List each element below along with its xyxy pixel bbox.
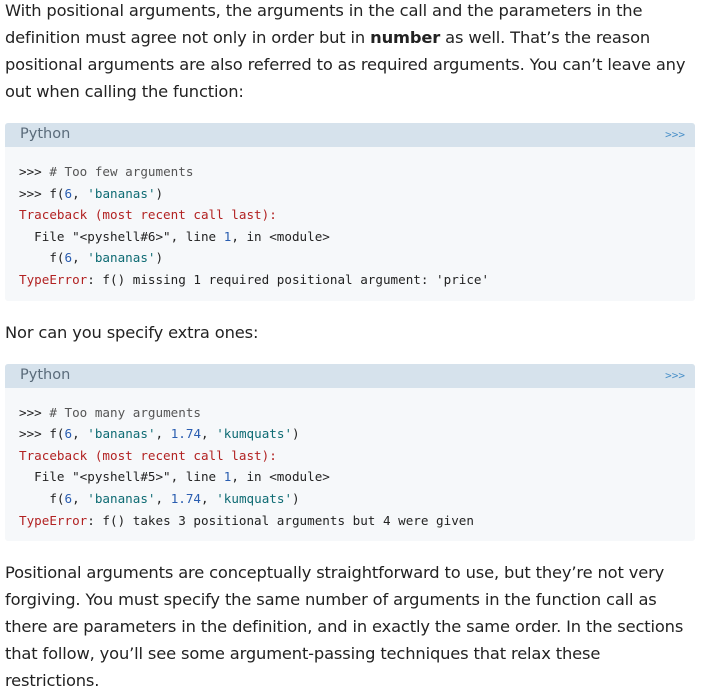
para1-bold-number: number [370, 28, 441, 47]
paragraph-positional-intro: With positional arguments, the arguments… [0, 0, 695, 105]
code-listing: >>> # Too many arguments >>> f(6, 'banan… [5, 388, 695, 542]
code-string: 'bananas' [87, 490, 156, 506]
error-type: TypeError [19, 512, 88, 528]
code-token: f( [19, 250, 65, 266]
paragraph-extra-args: Nor can you specify extra ones: [5, 322, 259, 342]
code-string: 'bananas' [87, 250, 156, 266]
code-number: 1.74 [170, 490, 202, 506]
code-number: 6 [64, 426, 73, 442]
code-token: , [155, 426, 171, 442]
code-block-header: Python >>> [5, 123, 695, 147]
code-token: f( [49, 426, 65, 442]
toggle-prompts-button[interactable]: >>> [665, 128, 685, 141]
code-comment: # Too many arguments [49, 404, 201, 420]
code-string: 'kumquats' [216, 426, 293, 442]
prompt: >>> [19, 164, 50, 179]
traceback-file: File "<pyshell#5>", line [19, 469, 224, 485]
traceback-file: File "<pyshell#6>", line [19, 228, 224, 244]
code-string: 'bananas' [87, 185, 156, 201]
code-token: f( [19, 490, 65, 506]
code-number: 6 [64, 185, 73, 201]
code-string: 'bananas' [87, 426, 156, 442]
traceback-module: , in <module> [231, 469, 330, 485]
code-token: , [72, 250, 88, 266]
error-message: : f() missing 1 required positional argu… [87, 271, 490, 287]
article-content: With positional arguments, the arguments… [0, 0, 717, 694]
code-number: 1.74 [170, 426, 202, 442]
error-message: : f() takes 3 positional arguments but 4… [87, 512, 474, 528]
code-number: 6 [64, 250, 73, 266]
code-number: 6 [64, 490, 73, 506]
paragraph-summary: Positional arguments are conceptually st… [5, 563, 684, 691]
code-token: , [72, 490, 88, 506]
code-token: ) [155, 250, 164, 266]
traceback-header: Traceback (most recent call last): [19, 207, 277, 223]
prompt: >>> [19, 185, 50, 201]
code-token: ) [292, 490, 300, 506]
code-token: , [72, 185, 88, 201]
error-type: TypeError [19, 271, 88, 287]
prompt: >>> [19, 426, 50, 442]
code-block-too-few: Python >>> >>> # Too few arguments >>> f… [5, 123, 695, 301]
code-comment: # Too few arguments [49, 164, 194, 179]
code-token: , [201, 490, 217, 506]
code-token: f( [49, 185, 65, 201]
code-block-too-many: Python >>> >>> # Too many arguments >>> … [5, 363, 695, 542]
code-token: ) [292, 426, 300, 442]
traceback-module: , in <module> [231, 228, 330, 244]
code-block-header: Python >>> [5, 363, 695, 388]
code-language-label: Python [20, 366, 71, 383]
code-token: , [201, 426, 217, 442]
traceback-header: Traceback (most recent call last): [19, 447, 277, 463]
prompt: >>> [19, 404, 50, 420]
code-token: ) [155, 185, 164, 201]
code-token: , [72, 426, 88, 442]
code-string: 'kumquats' [216, 490, 293, 506]
code-listing: >>> # Too few arguments >>> f(6, 'banana… [5, 147, 695, 301]
code-language-label: Python [20, 126, 71, 142]
code-token: , [155, 490, 171, 506]
toggle-prompts-button[interactable]: >>> [665, 369, 685, 382]
